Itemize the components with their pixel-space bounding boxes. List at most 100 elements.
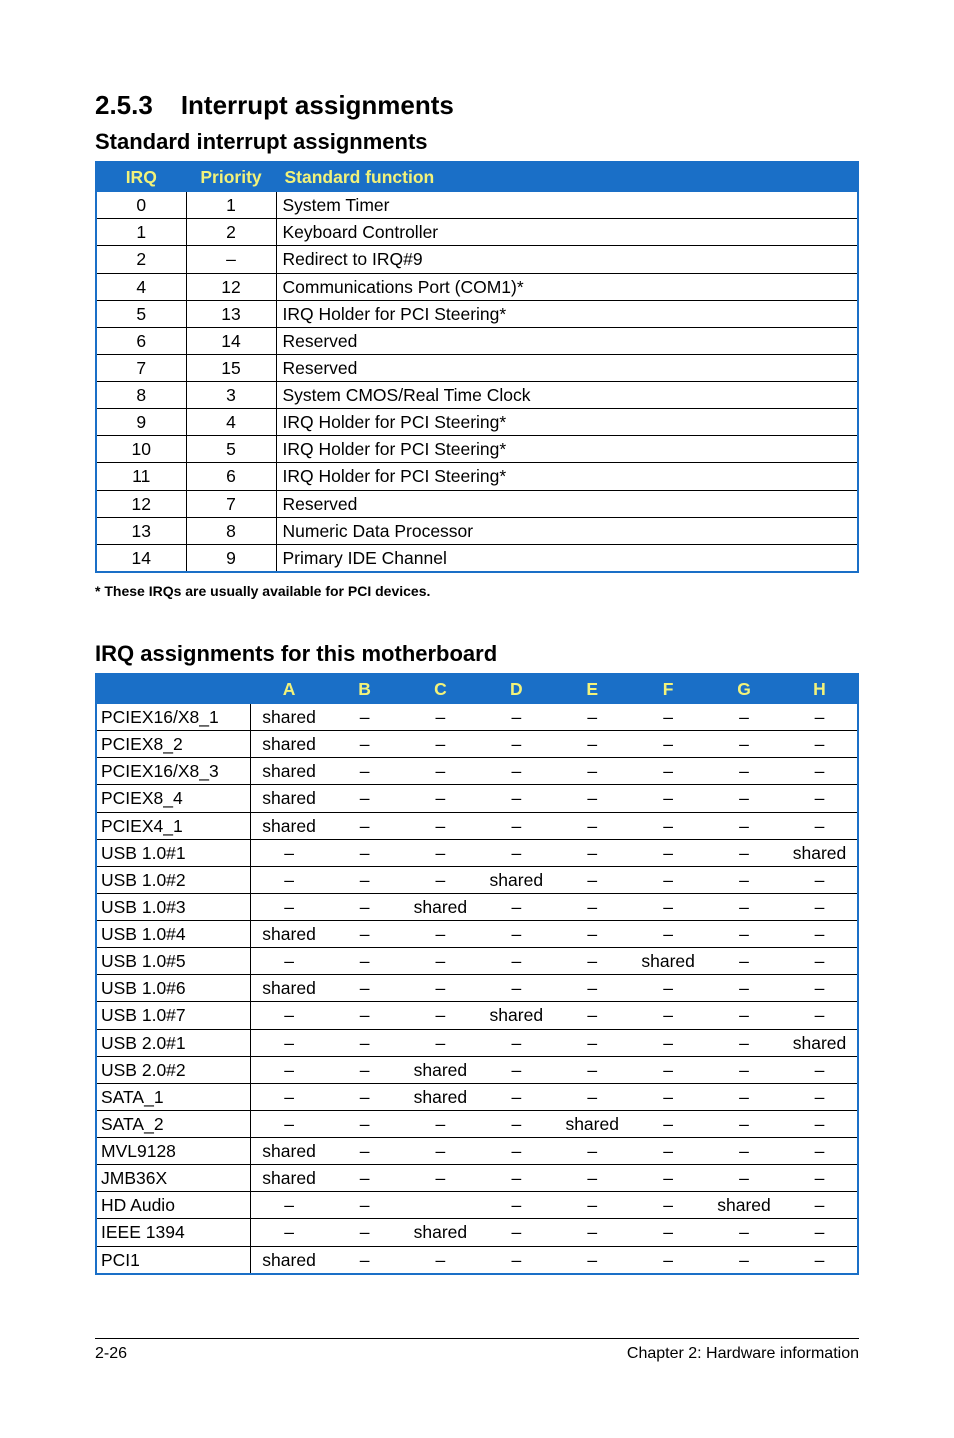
table-row: USB 1.0#7–––shared––––	[96, 1002, 858, 1029]
cell-d: –	[478, 1192, 554, 1219]
cell-h: –	[782, 948, 858, 975]
cell-irq: 9	[96, 409, 186, 436]
cell-g: –	[706, 893, 782, 920]
cell-d: –	[478, 1056, 554, 1083]
cell-irq: 2	[96, 246, 186, 273]
table-row: HD Audio–––––shared–	[96, 1192, 858, 1219]
cell-irq: 5	[96, 300, 186, 327]
col-header-function: Standard function	[276, 162, 858, 192]
cell-b: –	[327, 1110, 403, 1137]
table-row: 83System CMOS/Real Time Clock	[96, 382, 858, 409]
cell-d: –	[478, 1083, 554, 1110]
cell-e: –	[554, 731, 630, 758]
cell-h: –	[782, 758, 858, 785]
cell-c: –	[402, 921, 478, 948]
cell-b: –	[327, 1029, 403, 1056]
table-row: 116IRQ Holder for PCI Steering*	[96, 463, 858, 490]
cell-label: PCIEX16/X8_3	[96, 758, 251, 785]
cell-priority: 2	[186, 219, 276, 246]
subheading-standard: Standard interrupt assignments	[95, 129, 859, 155]
cell-g: –	[706, 785, 782, 812]
cell-g: –	[706, 758, 782, 785]
cell-f: –	[630, 812, 706, 839]
cell-function: Reserved	[276, 354, 858, 381]
table-row: USB 1.0#3––shared–––––	[96, 893, 858, 920]
cell-priority: 12	[186, 273, 276, 300]
cell-g: –	[706, 1083, 782, 1110]
cell-irq: 7	[96, 354, 186, 381]
cell-function: Primary IDE Channel	[276, 544, 858, 572]
cell-f: –	[630, 1246, 706, 1274]
cell-c: –	[402, 1002, 478, 1029]
cell-label: USB 1.0#3	[96, 893, 251, 920]
cell-d: –	[478, 1138, 554, 1165]
cell-a: –	[251, 1192, 327, 1219]
cell-label: PCIEX8_4	[96, 785, 251, 812]
cell-irq: 12	[96, 490, 186, 517]
cell-a: –	[251, 893, 327, 920]
table-row: 412Communications Port (COM1)*	[96, 273, 858, 300]
table-row: 127Reserved	[96, 490, 858, 517]
cell-e: –	[554, 1165, 630, 1192]
table-row: IEEE 1394––shared–––––	[96, 1219, 858, 1246]
cell-h: shared	[782, 1029, 858, 1056]
cell-h: –	[782, 704, 858, 731]
cell-b: –	[327, 731, 403, 758]
cell-g: –	[706, 812, 782, 839]
cell-e: –	[554, 704, 630, 731]
cell-e: –	[554, 1138, 630, 1165]
col-header-f: F	[630, 674, 706, 704]
cell-d: –	[478, 948, 554, 975]
col-header-h: H	[782, 674, 858, 704]
cell-function: System CMOS/Real Time Clock	[276, 382, 858, 409]
cell-d: –	[478, 731, 554, 758]
cell-b: –	[327, 1056, 403, 1083]
table-row: USB 1.0#1–––––––shared	[96, 839, 858, 866]
cell-c: shared	[402, 1083, 478, 1110]
cell-irq: 13	[96, 517, 186, 544]
cell-d: –	[478, 1219, 554, 1246]
cell-b: –	[327, 839, 403, 866]
cell-c: –	[402, 812, 478, 839]
cell-irq: 10	[96, 436, 186, 463]
cell-function: IRQ Holder for PCI Steering*	[276, 436, 858, 463]
cell-b: –	[327, 1192, 403, 1219]
cell-h: –	[782, 812, 858, 839]
cell-function: IRQ Holder for PCI Steering*	[276, 463, 858, 490]
cell-a: –	[251, 1029, 327, 1056]
cell-e: –	[554, 866, 630, 893]
table-row: 138Numeric Data Processor	[96, 517, 858, 544]
cell-g: –	[706, 1029, 782, 1056]
cell-f: –	[630, 758, 706, 785]
table-row: JMB36Xshared–––––––	[96, 1165, 858, 1192]
cell-d: –	[478, 1110, 554, 1137]
cell-b: –	[327, 1002, 403, 1029]
col-header-g: G	[706, 674, 782, 704]
cell-label: USB 1.0#2	[96, 866, 251, 893]
standard-irq-table: IRQ Priority Standard function 01System …	[95, 161, 859, 573]
cell-f: –	[630, 785, 706, 812]
cell-b: –	[327, 704, 403, 731]
cell-g: –	[706, 1002, 782, 1029]
cell-irq: 1	[96, 219, 186, 246]
table-row: SATA_2––––shared–––	[96, 1110, 858, 1137]
cell-priority: 9	[186, 544, 276, 572]
cell-f: –	[630, 1056, 706, 1083]
cell-function: Communications Port (COM1)*	[276, 273, 858, 300]
cell-e: –	[554, 1083, 630, 1110]
footnote: * These IRQs are usually available for P…	[95, 583, 859, 599]
cell-d: –	[478, 893, 554, 920]
cell-a: shared	[251, 1138, 327, 1165]
cell-f: –	[630, 1083, 706, 1110]
cell-e: –	[554, 1219, 630, 1246]
cell-h: –	[782, 1110, 858, 1137]
cell-b: –	[327, 866, 403, 893]
table-row: PCI1shared–––––––	[96, 1246, 858, 1274]
cell-g: –	[706, 1219, 782, 1246]
table-row: 94IRQ Holder for PCI Steering*	[96, 409, 858, 436]
cell-irq: 4	[96, 273, 186, 300]
cell-irq: 8	[96, 382, 186, 409]
cell-a: –	[251, 1083, 327, 1110]
cell-b: –	[327, 1165, 403, 1192]
cell-g: –	[706, 1110, 782, 1137]
